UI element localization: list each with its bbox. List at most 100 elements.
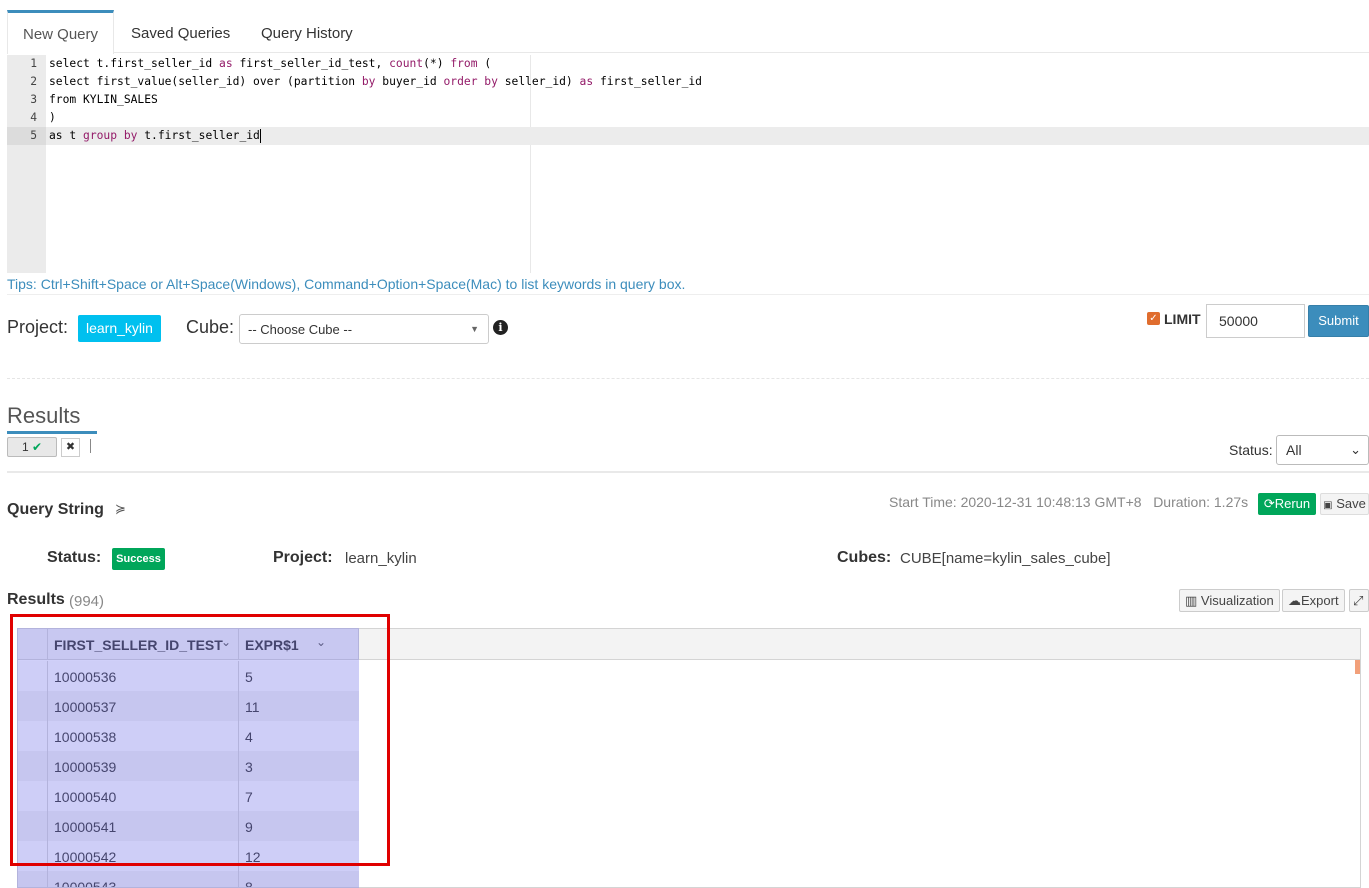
export-button[interactable]: ☁Export	[1282, 589, 1345, 612]
sql-token: buyer_id	[375, 75, 444, 88]
check-icon: ✔	[31, 440, 43, 454]
cubes-label: Cubes:	[837, 549, 892, 566]
table-cell: 10000537	[48, 691, 239, 721]
export-label: Export	[1301, 593, 1339, 608]
sql-token: (	[477, 57, 492, 70]
table-cell: 11	[245, 699, 260, 715]
sql-token: t.first_seller_id	[96, 57, 220, 70]
column-header-first-seller-id-test[interactable]: FIRST_SELLER_ID_TEST	[48, 629, 239, 660]
chevron-down-icon[interactable]: ⌄	[316, 635, 326, 649]
table-row[interactable]: 10000536 5	[18, 661, 359, 691]
sql-keyword: from	[450, 57, 478, 70]
table-cell: 8	[245, 879, 253, 888]
table-cell: 12	[245, 849, 261, 865]
row-selector[interactable]	[18, 721, 48, 751]
table-cell: 10000542	[48, 841, 239, 871]
sql-editor[interactable]: 1 select t.first_seller_id as first_selle…	[7, 55, 1369, 273]
line-number: 1	[30, 57, 37, 70]
table-cell: 10000539	[48, 751, 239, 781]
text-cursor	[259, 129, 261, 143]
row-selector[interactable]	[18, 661, 48, 691]
save-label: Save	[1336, 496, 1366, 511]
query-string-label[interactable]: Query String	[7, 501, 104, 519]
sql-token: t.first_seller_id	[137, 129, 260, 142]
limit-input[interactable]	[1206, 304, 1305, 338]
table-row[interactable]: 10000542 12	[18, 841, 359, 871]
project-badge: learn_kylin	[78, 315, 161, 342]
cubes-value: CUBE[name=kylin_sales_cube]	[900, 550, 1111, 567]
visualization-label: Visualization	[1200, 593, 1274, 608]
query-meta: Start Time: 2020-12-31 10:48:13 GMT+8 Du…	[889, 494, 1249, 510]
line-number: 5	[7, 127, 46, 145]
code-text: as t group by t.first_seller_id	[49, 127, 261, 145]
editor-line[interactable]: 5 as t group by t.first_seller_id	[7, 127, 1369, 145]
caret-down-icon: ▼	[470, 324, 479, 334]
rerun-button[interactable]: ⟳Rerun	[1258, 493, 1316, 515]
fullscreen-icon[interactable]: ⤢	[1349, 589, 1369, 612]
editor-line[interactable]: 2 select first_value(seller_id) over (par…	[7, 73, 1369, 91]
query-result-tab[interactable]: 1 ✔	[7, 437, 57, 457]
table-cell: 10000540	[48, 781, 239, 811]
table-cell: 10000541	[48, 811, 239, 841]
sql-keyword: by	[361, 75, 376, 88]
tab-query-history[interactable]: Query History	[246, 10, 368, 53]
table-cell: 3	[245, 759, 253, 775]
status-badge: Success	[112, 548, 165, 570]
table-cell: 7	[245, 789, 253, 805]
table-row[interactable]: 10000539 3	[18, 751, 359, 781]
limit-checkbox[interactable]: ✓	[1147, 312, 1160, 325]
sql-keyword: order by	[443, 75, 498, 88]
table-cell: 5	[245, 669, 253, 685]
tab-saved-queries[interactable]: Saved Queries	[116, 10, 245, 53]
editor-line[interactable]: 3 from KYLIN_SALES	[7, 91, 1369, 109]
table-row[interactable]: 10000537 11	[18, 691, 359, 721]
rerun-label: Rerun	[1274, 496, 1311, 511]
table-row[interactable]: 10000538 4	[18, 721, 359, 751]
status-label: Status:	[47, 549, 102, 566]
status-filter-select[interactable]: All ⌄	[1276, 435, 1369, 465]
sql-keyword: group by	[83, 129, 138, 142]
row-selector[interactable]	[18, 691, 48, 721]
sql-keyword: count	[389, 57, 424, 70]
editor-line[interactable]: 1 select t.first_seller_id as first_selle…	[7, 55, 1369, 73]
scrollbar-marker	[1355, 660, 1360, 674]
row-selector[interactable]	[18, 841, 48, 871]
row-selector[interactable]	[18, 811, 48, 841]
table-cell: 9	[245, 819, 253, 835]
status-filter-label: Status:	[1229, 442, 1273, 458]
row-selector[interactable]	[18, 751, 48, 781]
editor-line[interactable]: 4)	[7, 109, 1369, 127]
project-label: Project:	[7, 317, 69, 337]
cloud-download-icon: ☁	[1288, 593, 1301, 608]
sql-token: first_seller_id	[593, 75, 702, 88]
sql-keyword: as	[579, 75, 594, 88]
submit-button[interactable]: Submit	[1308, 305, 1369, 337]
cube-select-value: -- Choose Cube --	[248, 322, 353, 337]
chevron-down-icon[interactable]: ⌄	[221, 635, 231, 649]
table-row[interactable]: 10000540 7	[18, 781, 359, 811]
refresh-icon: ⟳	[1263, 496, 1275, 511]
table-row[interactable]: 10000541 9	[18, 811, 359, 841]
table-row[interactable]: 10000543 8	[18, 871, 359, 888]
row-selector[interactable]	[18, 781, 48, 811]
separator	[90, 439, 91, 453]
sql-token: select first_value(seller_id) over (part…	[49, 75, 362, 88]
row-selector[interactable]	[18, 871, 48, 887]
save-button[interactable]: ▣ Save	[1320, 493, 1369, 515]
divider	[7, 294, 1369, 295]
table-cell: 4	[245, 729, 253, 745]
tab-new-query[interactable]: New Query	[7, 10, 115, 54]
visualization-button[interactable]: ▥ Visualization	[1179, 589, 1280, 612]
sql-token: from KYLIN_SALES	[49, 93, 158, 106]
select-all-header[interactable]	[18, 629, 48, 660]
sql-token: select	[49, 57, 97, 70]
line-number: 4	[30, 111, 37, 124]
double-chevron-down-icon[interactable]: ≽	[115, 501, 126, 517]
project-info-value: learn_kylin	[345, 550, 417, 567]
info-circle-icon[interactable]: i	[493, 320, 508, 335]
column-header-expr1[interactable]: EXPR$1	[239, 629, 359, 660]
editor-tips: Tips: Ctrl+Shift+Space or Alt+Space(Wind…	[7, 276, 686, 292]
close-icon[interactable]: ✖	[61, 438, 80, 457]
cube-select[interactable]: -- Choose Cube -- ▼	[239, 314, 489, 344]
code-text: from KYLIN_SALES	[49, 91, 158, 109]
